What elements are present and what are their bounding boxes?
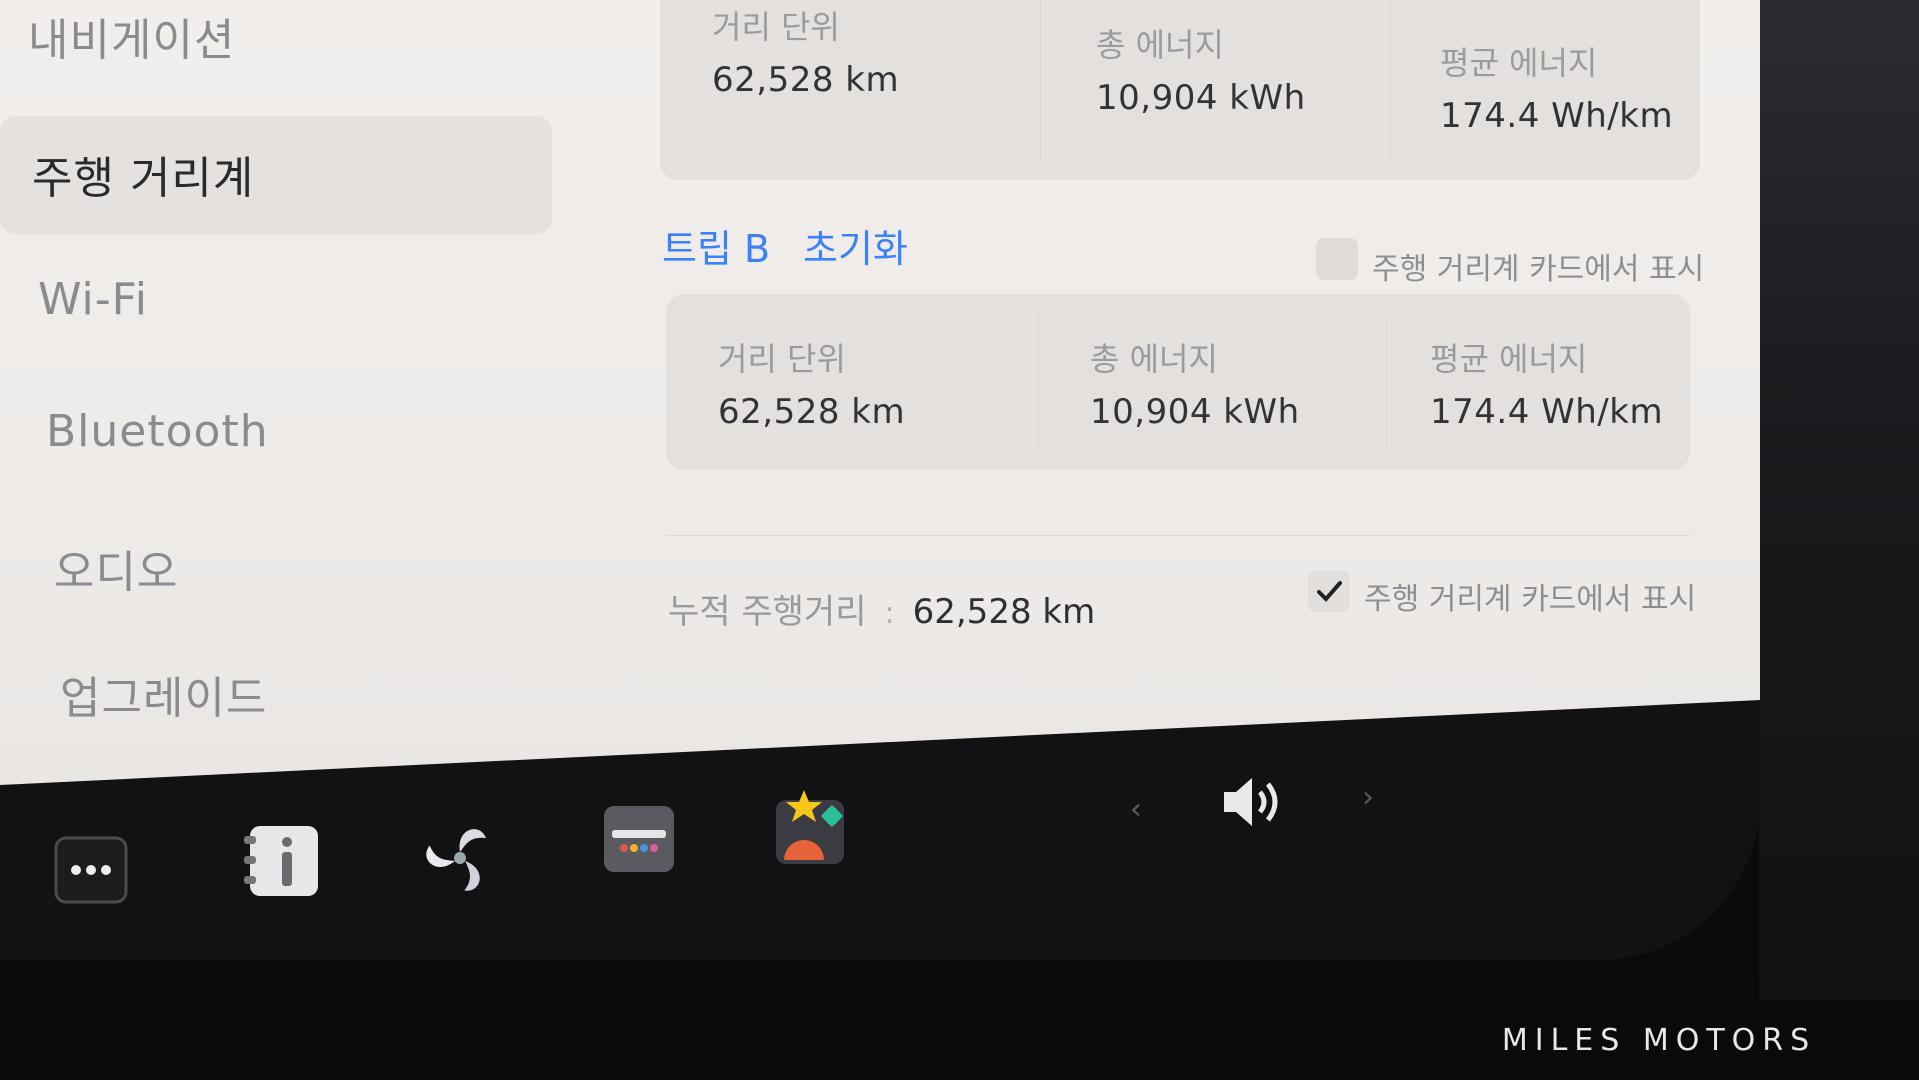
trip-a-energy: 총 에너지 10,904 kWh <box>1096 20 1306 118</box>
trip-b-energy-value: 10,904 kWh <box>1090 392 1300 432</box>
section-separator <box>666 535 1690 536</box>
sidebar-item-odometer[interactable]: 주행 거리계 <box>0 116 552 234</box>
trip-b-avg: 평균 에너지 174.4 Wh/km <box>1430 334 1663 432</box>
odometer-value: 62,528 km <box>912 592 1096 632</box>
volume-icon[interactable] <box>1218 772 1292 836</box>
trip-a-distance-value: 62,528 km <box>712 60 900 100</box>
touchscreen: 내비게이션 주행 거리계 Wi-Fi Bluetooth 오디오 업그레이드 거… <box>0 0 1760 960</box>
trip-a-distance-label: 거리 단위 <box>712 8 840 46</box>
trip-a-distance: 거리 단위 62,528 km <box>712 2 899 100</box>
manual-info-icon[interactable] <box>242 824 322 902</box>
sidebar-item-audio[interactable]: 오디오 <box>54 536 178 600</box>
divider <box>1386 314 1387 450</box>
sidebar-item-wifi[interactable]: Wi-Fi <box>38 274 148 325</box>
trip-a-energy-label: 총 에너지 <box>1096 26 1224 64</box>
divider <box>1390 0 1391 160</box>
odometer-show-on-card-checkbox[interactable] <box>1308 570 1350 612</box>
odometer-separator: : <box>884 596 895 631</box>
car-interior <box>1759 0 1919 1000</box>
fan-icon[interactable] <box>420 818 500 902</box>
trip-b-title: 트립 B <box>662 227 771 271</box>
sidebar-item-navigation[interactable]: 내비게이션 <box>28 4 235 68</box>
trip-b-show-on-card-label: 주행 거리계 카드에서 표시 <box>1372 252 1705 287</box>
trip-b-stats-card: 거리 단위 62,528 km 총 에너지 10,904 kWh 평균 에너지 … <box>666 294 1690 470</box>
trip-a-energy-value: 10,904 kWh <box>1096 78 1306 118</box>
sidebar-item-bluetooth[interactable]: Bluetooth <box>46 406 269 457</box>
sidebar-item-upgrade[interactable]: 업그레이드 <box>60 662 267 726</box>
odometer-row: 누적 주행거리 : 62,528 km <box>668 584 1095 633</box>
odometer-show-on-card-label: 주행 거리계 카드에서 표시 <box>1364 582 1697 617</box>
trip-b-distance-value: 62,528 km <box>718 392 906 432</box>
checkmark-icon <box>1317 581 1342 602</box>
divider <box>1040 0 1041 160</box>
trip-b-energy: 총 에너지 10,904 kWh <box>1090 334 1300 432</box>
trip-b-distance: 거리 단위 62,528 km <box>718 334 905 432</box>
more-icon[interactable] <box>54 836 128 908</box>
trip-a-avg: 평균 에너지 174.4 Wh/km <box>1440 38 1673 136</box>
trip-a-avg-value: 174.4 Wh/km <box>1440 96 1674 136</box>
trip-b-avg-label: 평균 에너지 <box>1430 340 1588 378</box>
trip-b-distance-label: 거리 단위 <box>718 340 846 378</box>
trip-b-energy-label: 총 에너지 <box>1090 340 1218 378</box>
trip-b-show-on-card-checkbox[interactable] <box>1316 238 1358 280</box>
toybox-icon[interactable] <box>602 804 676 878</box>
odometer-label: 누적 주행거리 <box>668 592 867 632</box>
watermark: MILES MOTORS <box>1399 1000 1919 1080</box>
trip-b-reset-button[interactable]: 초기화 <box>803 218 908 273</box>
arcade-icon[interactable] <box>774 790 848 870</box>
trip-b-avg-value: 174.4 Wh/km <box>1430 392 1664 432</box>
divider <box>1038 314 1039 450</box>
trip-a-stats-card: 거리 단위 62,528 km 총 에너지 10,904 kWh 평균 에너지 … <box>660 0 1700 180</box>
settings-panel: 내비게이션 주행 거리계 Wi-Fi Bluetooth 오디오 업그레이드 거… <box>0 0 1760 785</box>
chevron-right-icon[interactable]: › <box>1362 780 1374 815</box>
chevron-left-icon[interactable]: ‹ <box>1130 792 1142 827</box>
trip-a-avg-label: 평균 에너지 <box>1440 44 1598 82</box>
